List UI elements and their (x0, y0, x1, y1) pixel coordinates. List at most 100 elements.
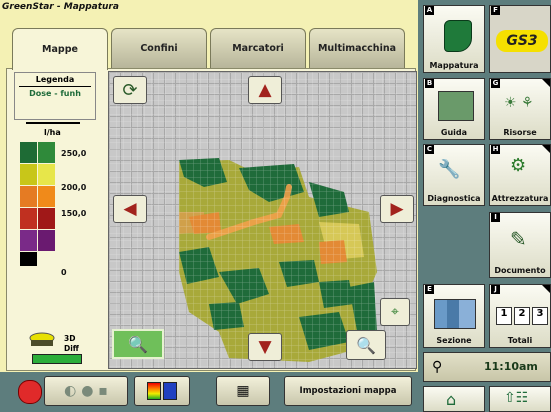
legend-swatch (20, 208, 37, 229)
pan-right-button[interactable]: ▶ (380, 195, 414, 223)
legend-swatch (20, 164, 37, 185)
tile-label: Sezione (436, 336, 472, 345)
tab-label: Multimacchina (317, 43, 397, 54)
tile-label: Guida (440, 128, 468, 137)
pan-up-button[interactable]: ▲ (248, 76, 282, 104)
legend-subtitle: Dose - funh (29, 89, 81, 98)
tab-confini[interactable]: Confini (111, 28, 207, 68)
counter-digit: 2 (514, 307, 530, 325)
map-settings-button[interactable]: Impostazioni mappa (284, 376, 412, 406)
legend-value: 200,0 (61, 183, 87, 192)
app-title: GreenStar - Mappatura (2, 2, 119, 12)
corner-marker (542, 79, 550, 87)
tile-letter: F (491, 6, 500, 15)
layer-swap-icon (147, 382, 177, 400)
legend-swatch (38, 164, 55, 185)
tile-letter: G (491, 79, 500, 88)
field-map[interactable] (108, 71, 417, 369)
corner-marker (542, 145, 550, 153)
legend-header: Legenda Dose - funh (14, 72, 96, 120)
legend-value: 150,0 (61, 209, 87, 218)
grid-toggle-button[interactable]: ▦ (216, 376, 270, 406)
home-button[interactable]: ⌂ (423, 386, 485, 412)
legend-swatch (38, 186, 55, 207)
legend-swatches (20, 142, 56, 280)
recenter-button[interactable]: ⌖ (380, 298, 410, 326)
document-pencil-icon: ✎ (510, 227, 527, 251)
zoom-out-button[interactable]: 🔍 (112, 329, 164, 359)
status-bar: ⚲ 11:10am (423, 352, 551, 382)
tile-letter: H (491, 145, 500, 154)
arrow-left-icon: ◀ (123, 198, 137, 219)
tab-multimacchina[interactable]: Multimacchina (309, 28, 405, 68)
legend-swatch (20, 230, 37, 251)
tile-label: Documento (494, 266, 546, 275)
gs3-logo: GS3 (496, 30, 548, 52)
tile-sezione[interactable]: E Sezione (423, 284, 485, 348)
guidance-icon (438, 91, 474, 121)
diff-bar[interactable] (32, 354, 82, 364)
arrow-up-icon: ▲ (258, 79, 272, 100)
tile-letter: C (425, 145, 434, 154)
zoom-out-icon: 🔍 (128, 334, 148, 354)
home-icon: ⌂ (446, 390, 457, 409)
rotate-map-button[interactable]: ⟳ (113, 76, 147, 104)
counter-digit: 1 (496, 307, 512, 325)
zoom-in-icon: 🔍 (356, 335, 376, 355)
pan-down-button[interactable]: ▼ (248, 333, 282, 361)
legend-swatch (38, 208, 55, 229)
tab-marcatori[interactable]: Marcatori (210, 28, 306, 68)
tile-attrezzatura[interactable]: H ⚙ Attrezzatura (489, 144, 551, 206)
tab-label: Confini (140, 43, 178, 54)
tab-label: Marcatori (232, 43, 284, 54)
arrow-right-icon: ▶ (390, 198, 404, 219)
tile-letter: J (491, 285, 500, 294)
legend-swatch (20, 186, 37, 207)
record-mode-button[interactable]: ◐ ● ▪ (44, 376, 128, 406)
gs3-logo-text: GS3 (506, 33, 538, 49)
record-icon[interactable] (18, 380, 42, 404)
tile-letter: A (425, 6, 434, 15)
resources-icon: ☀ ⚘ (504, 95, 534, 111)
section-chart-icon (434, 299, 476, 329)
tile-diagnostica[interactable]: C 🔧 Diagnostica (423, 144, 485, 206)
corner-marker (542, 285, 550, 293)
tile-totali[interactable]: J 1 2 3 Totali (489, 284, 551, 348)
map-settings-label: Impostazioni mappa (299, 386, 397, 396)
field-map-canvas (109, 72, 416, 368)
legend-title: Legenda (35, 75, 75, 84)
tile-guida[interactable]: B Guida (423, 78, 485, 140)
gps-icon: ⚲ (432, 359, 443, 375)
diff-label: Diff (64, 344, 79, 353)
legend-swatch (20, 252, 37, 266)
3d-diff-icon[interactable] (28, 332, 56, 348)
legend-swatch (20, 142, 37, 163)
tile-label: Attrezzatura (491, 194, 549, 203)
menu-button[interactable]: ⇧☷ (489, 386, 551, 412)
counter-digit: 3 (532, 307, 548, 325)
tile-label: Risorse (503, 128, 537, 137)
tile-gs3[interactable]: F GS3 (489, 5, 551, 73)
legend-value: 0 (61, 268, 67, 277)
legend-swatch (38, 142, 55, 163)
tab-label: Mappe (42, 44, 78, 55)
tab-mappe[interactable]: Mappe (12, 28, 108, 70)
tile-mappatura[interactable]: A Mappatura (423, 5, 485, 73)
rotate-icon: ⟳ (122, 79, 138, 101)
tile-letter: E (425, 285, 434, 294)
tile-risorse[interactable]: G ☀ ⚘ Risorse (489, 78, 551, 140)
clock-time: 11:10am (484, 360, 538, 373)
layer-toggle-button[interactable] (134, 376, 190, 406)
legend-unit: l/ha (44, 128, 61, 137)
tile-label: Mappatura (429, 61, 479, 70)
legend-swatch (38, 230, 55, 251)
pan-left-button[interactable]: ◀ (113, 195, 147, 223)
legend-rule (26, 122, 80, 124)
arrow-down-icon: ▼ (258, 336, 272, 357)
tile-documento[interactable]: I ✎ Documento (489, 212, 551, 278)
zoom-in-button[interactable]: 🔍 (346, 330, 386, 360)
menu-grid-icon: ⇧☷ (504, 390, 529, 406)
grid-icon: ▦ (236, 383, 250, 399)
counter-icon: 1 2 3 (496, 307, 548, 325)
3d-label: 3D (64, 334, 76, 343)
